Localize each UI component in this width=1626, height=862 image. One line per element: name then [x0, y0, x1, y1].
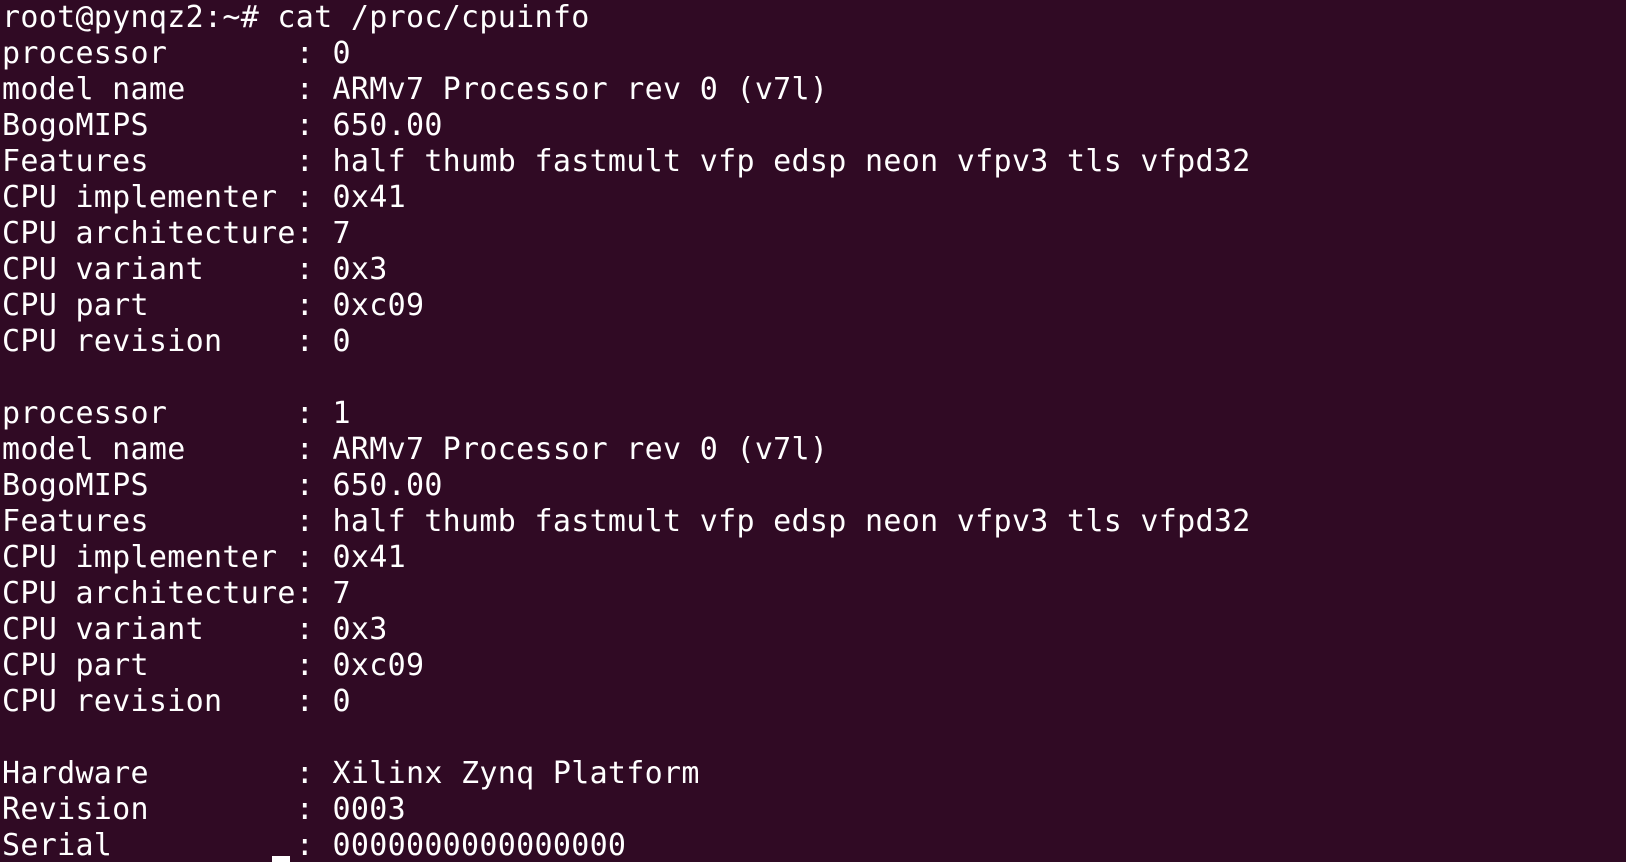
text-cursor [272, 856, 290, 862]
output-line: BogoMIPS : 650.00 [2, 468, 443, 503]
output-line: CPU architecture: 7 [2, 216, 351, 251]
terminal-window[interactable]: root@pynqz2:~# cat /proc/cpuinfo process… [0, 0, 1626, 862]
output-line: CPU variant : 0x3 [2, 612, 388, 647]
output-line: model name : ARMv7 Processor rev 0 (v7l) [2, 72, 829, 107]
output-line: processor : 0 [2, 36, 351, 71]
output-line: CPU implementer : 0x41 [2, 180, 406, 215]
output-line: processor : 1 [2, 396, 351, 431]
output-line: Features : half thumb fastmult vfp edsp … [2, 504, 1251, 539]
output-line: CPU architecture: 7 [2, 576, 351, 611]
output-line: model name : ARMv7 Processor rev 0 (v7l) [2, 432, 829, 467]
prompt-line: root@pynqz2:~# cat /proc/cpuinfo [2, 0, 590, 35]
output-line: CPU part : 0xc09 [2, 648, 425, 683]
output-line: BogoMIPS : 650.00 [2, 108, 443, 143]
output-line: CPU revision : 0 [2, 684, 351, 719]
output-line: Serial : 0000000000000000 [2, 828, 627, 862]
output-line: Features : half thumb fastmult vfp edsp … [2, 144, 1251, 179]
output-line: CPU variant : 0x3 [2, 252, 388, 287]
output-line: CPU revision : 0 [2, 324, 351, 359]
output-line: CPU implementer : 0x41 [2, 540, 406, 575]
output-line: Revision : 0003 [2, 792, 406, 827]
output-line: Hardware : Xilinx Zynq Platform [2, 756, 700, 791]
output-line: CPU part : 0xc09 [2, 288, 425, 323]
